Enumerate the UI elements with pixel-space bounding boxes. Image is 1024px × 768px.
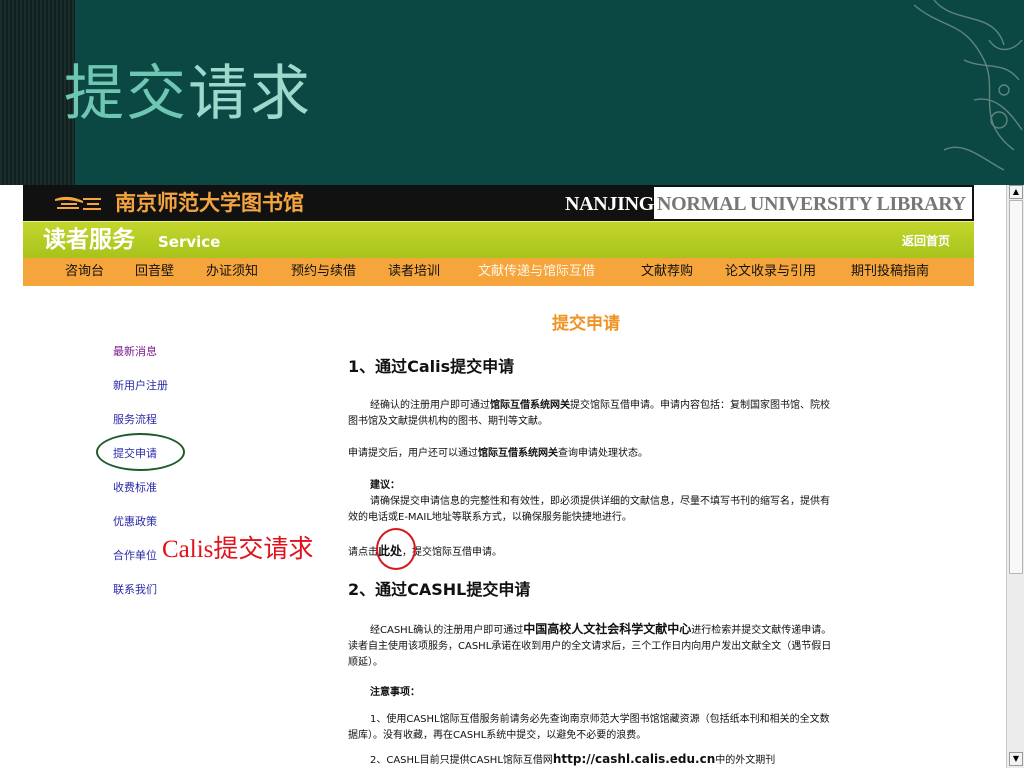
cashl-url-link[interactable]: http://cashl.calis.edu.cn	[553, 752, 715, 766]
nav-item-reserve[interactable]: 预约与续借	[291, 264, 356, 280]
click-c: ，提交馆际互借申请。	[402, 547, 503, 558]
nav-item-submission[interactable]: 期刊投稿指南	[851, 264, 929, 280]
s2n2-c: 中的外文期刊	[715, 755, 776, 766]
scroll-up-icon[interactable]: ▲	[1009, 185, 1023, 199]
library-name-en-1: NANJING	[565, 193, 655, 215]
section1-click-line: 请点击此处，提交馆际互借申请。	[348, 543, 838, 561]
section2-note1: 1、使用CASHL馆际互借服务前请务必先查询南京师范大学图书馆馆藏资源（包括纸本…	[348, 714, 830, 741]
section1-title: 1、通过Calis提交申请	[348, 357, 515, 376]
s2n2-a: 2、CASHL目前只提供CASHL馆际互借网	[370, 755, 553, 766]
library-name-cn: 南京师范大学图书馆	[115, 190, 304, 215]
nav-item-interlibrary[interactable]: 文献传递与馆际互借	[478, 264, 595, 280]
scroll-thumb[interactable]	[1009, 200, 1023, 574]
section1-paragraph2: 申请提交后，用户还可以通过馆际互借系统网关查询申请处理状态。	[348, 446, 838, 462]
sidebar-item-partners[interactable]: 合作单位	[113, 549, 157, 563]
section2-notes-label: 注意事项：	[348, 685, 838, 701]
page-title: 提交申请	[552, 314, 620, 334]
section1-advice: 建议： 请确保提交申请信息的完整性和有效性，即必须提供详细的文献信息，尽量不填写…	[348, 478, 838, 526]
main-nav: 咨询台 回音壁 办证须知 预约与续借 读者培训 文献传递与馆际互借 文献荐购 论…	[23, 258, 974, 286]
annotation-label: Calis提交请求	[162, 536, 314, 563]
website-screenshot: 南京师范大学图书馆 NANJING NORMAL UNIVERSITY LIBR…	[0, 185, 1024, 768]
slide-title-part1: 提交	[64, 59, 188, 129]
section2-paragraph1: 经CASHL确认的注册用户即可通过中国高校人文社会科学文献中心进行检索并提交文献…	[348, 621, 838, 671]
sidebar-item-discount[interactable]: 优惠政策	[113, 515, 157, 529]
section2-note2: 2、CASHL目前只提供CASHL馆际互借网http://cashl.calis…	[348, 751, 838, 768]
s1p2-b: 馆际互借系统网关	[478, 448, 558, 459]
notes-label: 注意事项：	[370, 687, 420, 698]
reader-service-bar: 读者服务 Service 返回首页	[23, 221, 974, 258]
nav-item-citation[interactable]: 论文收录与引用	[725, 264, 816, 280]
slide-header: 提交请求	[0, 0, 1024, 185]
click-a: 请点击	[348, 547, 378, 558]
sidebar-item-register[interactable]: 新用户注册	[113, 379, 168, 393]
nav-item-feedback[interactable]: 回音壁	[135, 264, 174, 280]
section1-paragraph1: 经确认的注册用户即可通过馆际互借系统网关提交馆际互借申请。申请内容包括：复制国家…	[348, 398, 838, 430]
s2p1-a: 经CASHL确认的注册用户即可通过	[370, 625, 524, 636]
nav-item-recommend[interactable]: 文献荐购	[641, 264, 693, 280]
s1p1-a: 经确认的注册用户即可通过	[370, 400, 490, 411]
advice-label: 建议：	[370, 480, 400, 491]
sidebar-item-contact[interactable]: 联系我们	[113, 583, 157, 597]
nav-item-card[interactable]: 办证须知	[206, 264, 258, 280]
slide-title: 提交请求	[64, 58, 312, 130]
library-logo-icon	[55, 196, 101, 210]
reader-service-title: 读者服务	[43, 227, 135, 253]
scroll-down-icon[interactable]: ▼	[1009, 752, 1023, 766]
home-link[interactable]: 返回首页	[902, 233, 950, 249]
sidebar-item-news[interactable]: 最新消息	[113, 345, 157, 359]
library-name-en-2: NORMAL UNIVERSITY LIBRARY	[657, 193, 966, 215]
nav-item-training[interactable]: 读者培训	[388, 264, 440, 280]
floral-ornament-icon	[913, 0, 1023, 171]
s2p1-b: 中国高校人文社会科学文献中心	[523, 622, 692, 636]
slide-title-part2: 请求	[188, 59, 312, 129]
reader-service-subtitle: Service	[158, 233, 221, 251]
s1p2-c: 查询申请处理状态。	[558, 448, 648, 459]
s1p1-b: 馆际互借系统网关	[490, 400, 570, 411]
sidebar-item-fees[interactable]: 收费标准	[113, 481, 157, 495]
nav-item-consult[interactable]: 咨询台	[65, 264, 104, 280]
s1p2-a: 申请提交后，用户还可以通过	[348, 448, 478, 459]
highlight-ellipse	[96, 433, 185, 471]
advice-text: 请确保提交申请信息的完整性和有效性，即必须提供详细的文献信息，尽量不填写书刊的缩…	[348, 496, 830, 523]
vertical-scrollbar[interactable]: ▲ ▼	[1006, 185, 1024, 768]
library-banner: 南京师范大学图书馆 NANJING NORMAL UNIVERSITY LIBR…	[23, 185, 974, 221]
highlight-circle	[376, 528, 416, 570]
section2-title: 2、通过CASHL提交申请	[348, 580, 531, 599]
sidebar-item-process[interactable]: 服务流程	[113, 413, 157, 427]
